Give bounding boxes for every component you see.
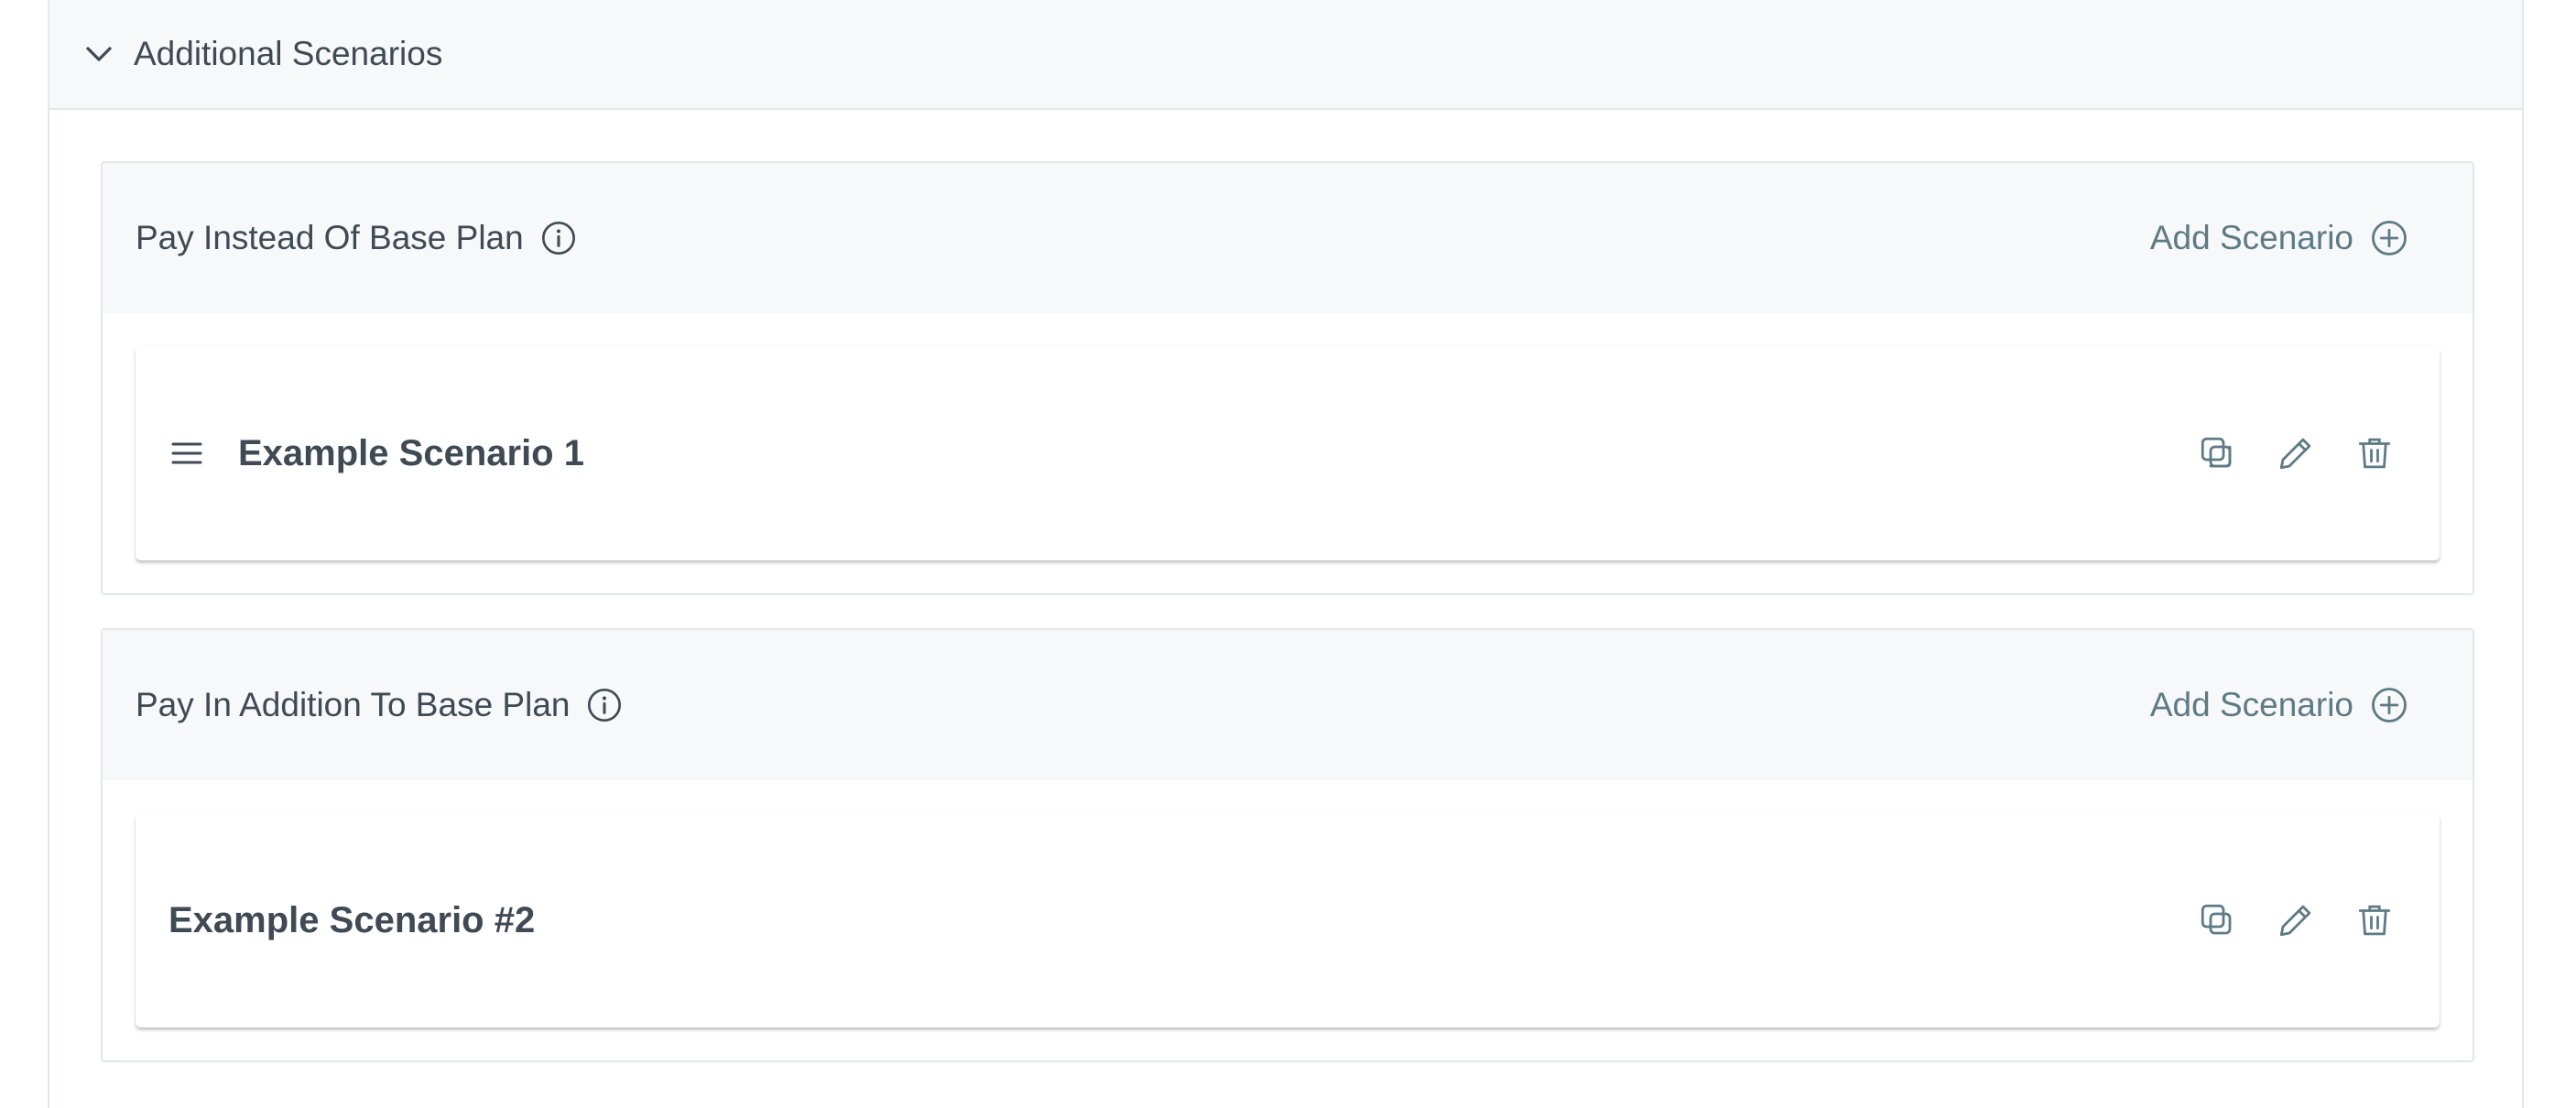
- section-header: Pay Instead Of Base Plan Add Scenario: [103, 163, 2473, 313]
- edit-pencil-icon[interactable]: [2277, 901, 2315, 940]
- plus-circle-icon: [2370, 219, 2408, 257]
- add-scenario-button[interactable]: Add Scenario: [2150, 219, 2408, 257]
- info-icon[interactable]: [540, 220, 577, 256]
- scenario-title: Example Scenario #2: [168, 899, 536, 940]
- edit-pencil-icon[interactable]: [2277, 434, 2315, 473]
- trash-icon[interactable]: [2355, 434, 2394, 473]
- section-pay-in-addition-to-base-plan: Pay In Addition To Base Plan Add Scenari…: [101, 628, 2474, 1062]
- section-header: Pay In Addition To Base Plan Add Scenari…: [103, 630, 2473, 780]
- copy-icon[interactable]: [2198, 434, 2236, 473]
- chevron-down-icon[interactable]: [82, 38, 115, 71]
- trash-icon[interactable]: [2355, 901, 2394, 940]
- plus-circle-icon: [2370, 686, 2408, 724]
- additional-scenarios-panel: Additional Scenarios Pay Instead Of Base…: [48, 0, 2524, 1108]
- panel-header-toggle[interactable]: Additional Scenarios: [49, 0, 2522, 110]
- add-scenario-button[interactable]: Add Scenario: [2150, 686, 2408, 724]
- scenario-card[interactable]: Example Scenario #2: [136, 813, 2440, 1027]
- panel-title: Additional Scenarios: [134, 35, 443, 72]
- scenario-title: Example Scenario 1: [238, 432, 584, 473]
- drag-handle-icon[interactable]: [168, 435, 205, 472]
- copy-icon[interactable]: [2198, 901, 2236, 940]
- add-scenario-label: Add Scenario: [2149, 219, 2353, 256]
- scenario-actions: [2198, 434, 2394, 473]
- scenario-actions: [2198, 901, 2394, 940]
- section-title: Pay Instead Of Base Plan: [136, 219, 524, 256]
- section-title: Pay In Addition To Base Plan: [136, 686, 571, 723]
- add-scenario-label: Add Scenario: [2149, 686, 2353, 723]
- section-pay-instead-of-base-plan: Pay Instead Of Base Plan Add Scenario Ex…: [101, 161, 2474, 595]
- info-icon[interactable]: [586, 687, 623, 723]
- scenario-card[interactable]: Example Scenario 1: [136, 346, 2440, 560]
